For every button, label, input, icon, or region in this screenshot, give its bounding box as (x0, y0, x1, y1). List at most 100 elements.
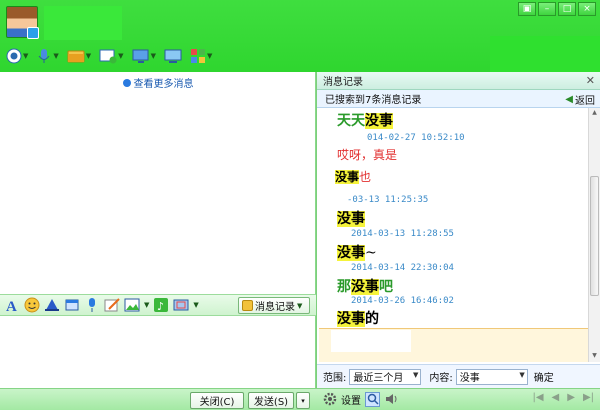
send-options-button[interactable]: ▾ (296, 392, 310, 409)
window-shake-icon (65, 299, 79, 311)
message-timestamp: 2014-03-14 22:30:04 (351, 263, 454, 273)
filter-bar: 范围: 最近三个月 ▼ 内容: 没事 ▼ 确定 (317, 364, 600, 388)
voice-call-button[interactable]: ▼ (36, 47, 59, 65)
emoji-button[interactable] (24, 297, 40, 313)
settings-label[interactable]: 设置 (341, 392, 361, 407)
history-message[interactable]: 没事也 (335, 168, 371, 185)
speaker-button[interactable] (384, 392, 399, 407)
voice-message-icon (89, 298, 95, 312)
history-message[interactable]: 没事~ (337, 242, 377, 262)
chevron-down-icon: ▼ (23, 52, 29, 60)
screen-share-button[interactable]: ▼ (132, 47, 156, 65)
gear-icon (323, 392, 336, 406)
contact-avatar[interactable] (6, 6, 39, 39)
prev-page-button[interactable]: ◀ (552, 392, 560, 403)
handwriting-icon (104, 298, 120, 312)
send-button[interactable]: 发送(S) (248, 392, 294, 409)
apps-button[interactable]: ▼ (190, 47, 212, 65)
chevron-down-icon: ▼ (85, 52, 92, 60)
window-shake-button[interactable] (64, 297, 80, 313)
close-icon[interactable]: ✕ (586, 74, 595, 87)
history-scrollbar[interactable]: ▲ ▼ (588, 108, 600, 362)
voice-message-button[interactable] (84, 297, 100, 313)
app-add-icon (99, 49, 117, 64)
redacted-area (331, 330, 411, 352)
search-result-text: 已搜索到7条消息记录 (325, 95, 422, 106)
header-ad-area (490, 36, 600, 72)
font-icon: A (6, 299, 17, 313)
remote-desktop-icon (164, 49, 182, 63)
search-button[interactable] (365, 391, 380, 407)
first-page-button[interactable]: |◀ (532, 392, 543, 403)
history-message-list: 天天没事 014-02-27 10:52:10 哎呀，真是 没事也 -03-13… (317, 108, 589, 362)
next-page-button[interactable]: ▶ (567, 392, 575, 403)
magic-emoji-button[interactable] (44, 297, 60, 313)
scroll-up-icon[interactable]: ▲ (590, 109, 599, 118)
remote-desktop-button[interactable] (164, 47, 182, 65)
microphone-icon (38, 49, 50, 63)
minimize-button[interactable]: – (538, 2, 556, 16)
screenshot-button[interactable] (173, 297, 189, 313)
history-footer: 设置 |◀ ◀ ▶ ▶| (316, 388, 600, 410)
keyword-highlight: 没事 (365, 113, 393, 129)
confirm-button[interactable]: 确定 (534, 369, 554, 384)
maximize-button[interactable]: □ (558, 2, 576, 16)
view-more-label: 查看更多消息 (133, 79, 194, 90)
scrollbar-thumb[interactable] (590, 176, 599, 296)
scroll-down-icon[interactable]: ▼ (590, 352, 599, 361)
message-timestamp: 014-02-27 10:52:10 (367, 133, 465, 143)
send-image-button[interactable] (124, 297, 140, 313)
chevron-down-icon: ▼ (519, 370, 525, 379)
message-input[interactable] (0, 316, 316, 388)
speaker-icon (385, 394, 396, 404)
screen-share-icon (132, 49, 149, 63)
chevron-down-icon[interactable]: ▼ (144, 301, 149, 309)
svg-text:A: A (6, 299, 17, 313)
chevron-down-icon: ▼ (297, 301, 303, 310)
last-page-button[interactable]: ▶| (583, 392, 594, 403)
message-history-panel: 消息记录 ✕ 已搜索到7条消息记录 ◀ 返回 天天没事 014-02-27 10… (316, 72, 600, 388)
font-button[interactable]: A (4, 297, 20, 313)
keyword-highlight: 没事 (337, 311, 365, 327)
file-transfer-button[interactable]: ▼ (67, 47, 91, 65)
search-result-bar: 已搜索到7条消息记录 ◀ 返回 (317, 90, 600, 108)
input-toolbar: A ▼ ♪ ▼ 消息记录 ▼ (0, 294, 316, 316)
message-timestamp: -03-13 11:25:35 (347, 195, 429, 205)
range-select[interactable]: 最近三个月 ▼ (349, 368, 422, 385)
apps-grid-icon (190, 49, 205, 63)
back-arrow-icon: ◀ (565, 94, 573, 105)
close-button[interactable]: 关闭(C) (190, 392, 244, 409)
chat-window: ▣ – □ × ▼ ▼ ▼ ▼ ▼ ▼ 查看更多消息 A ▼ ♪ ▼ 消息记录 … (0, 0, 600, 410)
chevron-down-icon[interactable]: ▼ (193, 301, 198, 309)
back-link[interactable]: ◀ 返回 (565, 92, 595, 107)
history-message[interactable]: 天天没事 (337, 110, 393, 130)
image-icon (124, 298, 140, 312)
view-more-link[interactable]: 查看更多消息 (0, 75, 316, 90)
history-message[interactable]: 没事的 (337, 308, 379, 328)
chat-message-area[interactable]: 查看更多消息 (0, 72, 316, 294)
history-message[interactable]: 那没事吧 (337, 276, 393, 296)
contact-name-area (44, 6, 122, 40)
message-history-button[interactable]: 消息记录 ▼ (238, 297, 310, 314)
keyword-highlight: 没事 (337, 245, 365, 261)
music-button[interactable]: ♪ (153, 297, 169, 313)
history-message[interactable]: 没事 (337, 208, 365, 228)
message-timestamp: 2014-03-26 16:46:02 (351, 296, 454, 306)
history-title: 消息记录 (323, 77, 363, 88)
keyword-highlight: 没事 (335, 170, 360, 184)
window-menu-button[interactable]: ▣ (518, 2, 536, 16)
back-label: 返回 (575, 96, 595, 107)
hat-icon (45, 299, 59, 311)
app-add-button[interactable]: ▼ (99, 47, 124, 65)
keyword-highlight: 没事 (337, 211, 365, 227)
search-icon (367, 393, 379, 405)
folder-icon (67, 50, 85, 63)
content-search-input[interactable]: 没事 ▼ (455, 368, 528, 385)
handwriting-button[interactable] (104, 297, 120, 313)
range-label: 范围: (323, 373, 347, 384)
settings-button[interactable] (322, 392, 337, 407)
video-call-button[interactable]: ▼ (6, 47, 28, 65)
history-message[interactable]: 哎呀，真是 (337, 146, 397, 163)
chevron-down-icon: ▼ (118, 52, 124, 60)
close-window-button[interactable]: × (578, 2, 596, 16)
